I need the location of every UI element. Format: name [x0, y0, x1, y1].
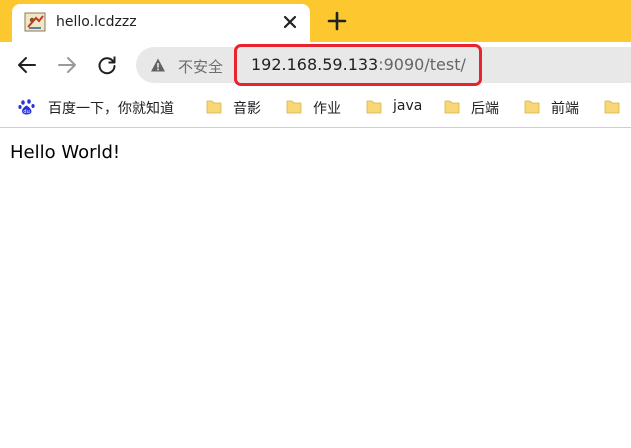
arrow-right-icon[interactable]: [55, 53, 79, 77]
arrow-left-icon[interactable]: [15, 53, 39, 77]
bookmark-label: 作业: [313, 101, 341, 117]
baidu-paw-icon: du: [18, 99, 35, 115]
page-content: Hello World!: [0, 128, 631, 448]
bookmark-baidu[interactable]: du 百度一下，你就知道: [18, 88, 188, 126]
bookmark-folder-frontend[interactable]: 前端: [523, 88, 593, 126]
bookmark-label: 后端: [471, 101, 499, 117]
jar-favicon-icon: [24, 12, 46, 32]
bookmark-folder-backend[interactable]: 后端: [443, 88, 513, 126]
url-host: 192.168.59.133: [251, 55, 379, 74]
bookmarks-bar: du 百度一下，你就知道 音影 作业 java 后端 前端: [0, 88, 631, 126]
security-label[interactable]: 不安全: [178, 56, 223, 77]
bookmark-folder-zuoye[interactable]: 作业: [285, 88, 355, 126]
folder-icon: [286, 100, 302, 114]
folder-icon: [444, 100, 460, 114]
bookmark-folder-java[interactable]: java: [365, 88, 435, 126]
address-bar[interactable]: 不安全 192.168.59.133:9090/test/: [136, 47, 631, 83]
browser-tab[interactable]: hello.lcdzzz: [12, 4, 310, 42]
plus-icon[interactable]: [326, 10, 348, 32]
tab-title: hello.lcdzzz: [56, 14, 137, 30]
url-port-path: :9090/test/: [378, 55, 466, 74]
close-icon[interactable]: [280, 12, 300, 32]
folder-icon: [604, 100, 620, 114]
hello-text: Hello World!: [10, 142, 121, 163]
url-text[interactable]: 192.168.59.133:9090/test/: [251, 55, 466, 74]
folder-icon: [524, 100, 540, 114]
tab-strip: hello.lcdzzz: [0, 0, 631, 42]
address-separator: [236, 55, 237, 75]
bookmark-folder-yinying[interactable]: 音影: [205, 88, 275, 126]
svg-text:du: du: [23, 109, 29, 115]
bookmark-label: 前端: [551, 101, 579, 117]
browser-toolbar: 不安全 192.168.59.133:9090/test/: [0, 42, 631, 88]
bookmark-label: java: [393, 98, 423, 114]
folder-icon: [206, 100, 222, 114]
folder-icon: [366, 100, 382, 114]
warning-icon[interactable]: [150, 57, 166, 73]
bookmark-label: 百度一下，你就知道: [48, 101, 174, 117]
bookmark-folder-overflow[interactable]: [603, 88, 631, 126]
reload-icon[interactable]: [95, 53, 119, 77]
bookmark-label: 音影: [233, 101, 261, 117]
